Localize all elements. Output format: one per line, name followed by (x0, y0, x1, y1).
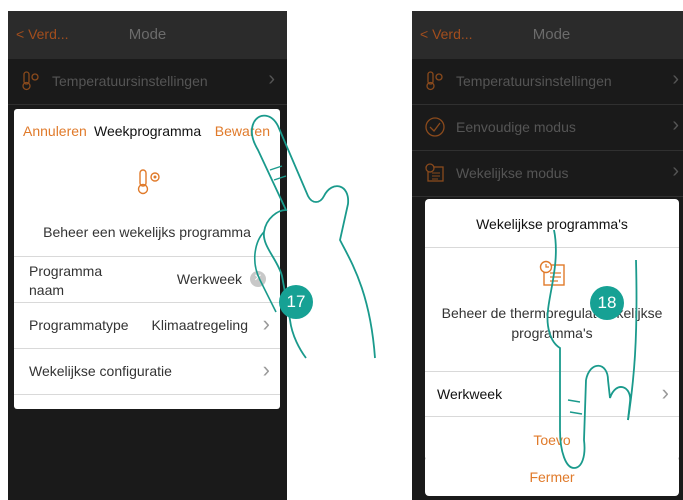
pointing-hand-illustration (251, 114, 376, 359)
check-circle-icon (425, 117, 445, 137)
chevron-right-icon: › (262, 357, 270, 382)
menu-item-weekly-mode[interactable]: Wekelijkse modus › (412, 151, 683, 197)
top-bar: < Verd... Mode (412, 11, 683, 59)
step-badge: 18 (590, 286, 624, 320)
calendar-clock-icon (425, 163, 444, 182)
field-label-line2: naam (29, 282, 65, 298)
menu-item-label: Wekelijkse modus (456, 165, 569, 181)
menu-item-label: Eenvoudige modus (456, 119, 576, 135)
thermometer-gear-icon (137, 169, 160, 195)
step-badge: 17 (279, 285, 313, 319)
top-bar: < Verd... Mode (8, 11, 287, 59)
page-title: Mode (532, 26, 571, 43)
chevron-right-icon: › (672, 114, 679, 136)
pointing-hand-illustration (546, 230, 638, 469)
dialog-title: Weekprogramma (94, 123, 202, 139)
menu-item-temperature-settings[interactable]: Temperatuursinstellingen › (412, 59, 683, 105)
chevron-right-icon: › (672, 160, 679, 182)
menu-item-label: Temperatuursinstellingen (456, 73, 612, 89)
thermometer-gear-icon (22, 71, 39, 91)
menu-item-label: Temperatuursinstellingen (52, 73, 208, 89)
chevron-right-icon: › (268, 68, 275, 90)
menu-item-simple-mode[interactable]: Eenvoudige modus › (412, 105, 683, 151)
chevron-right-icon: › (672, 68, 679, 90)
field-label: Programma (29, 263, 103, 279)
program-name: Werkweek (437, 386, 503, 402)
cancel-button[interactable]: Annuleren (23, 123, 87, 139)
thermometer-gear-icon (426, 71, 443, 91)
chevron-right-icon: › (661, 380, 669, 405)
page-title: Mode (128, 26, 167, 43)
field-label: Wekelijkse configuratie (29, 363, 172, 379)
menu-item-temperature-settings[interactable]: Temperatuursinstellingen › (8, 59, 287, 105)
field-label: Programmatype (29, 317, 129, 333)
